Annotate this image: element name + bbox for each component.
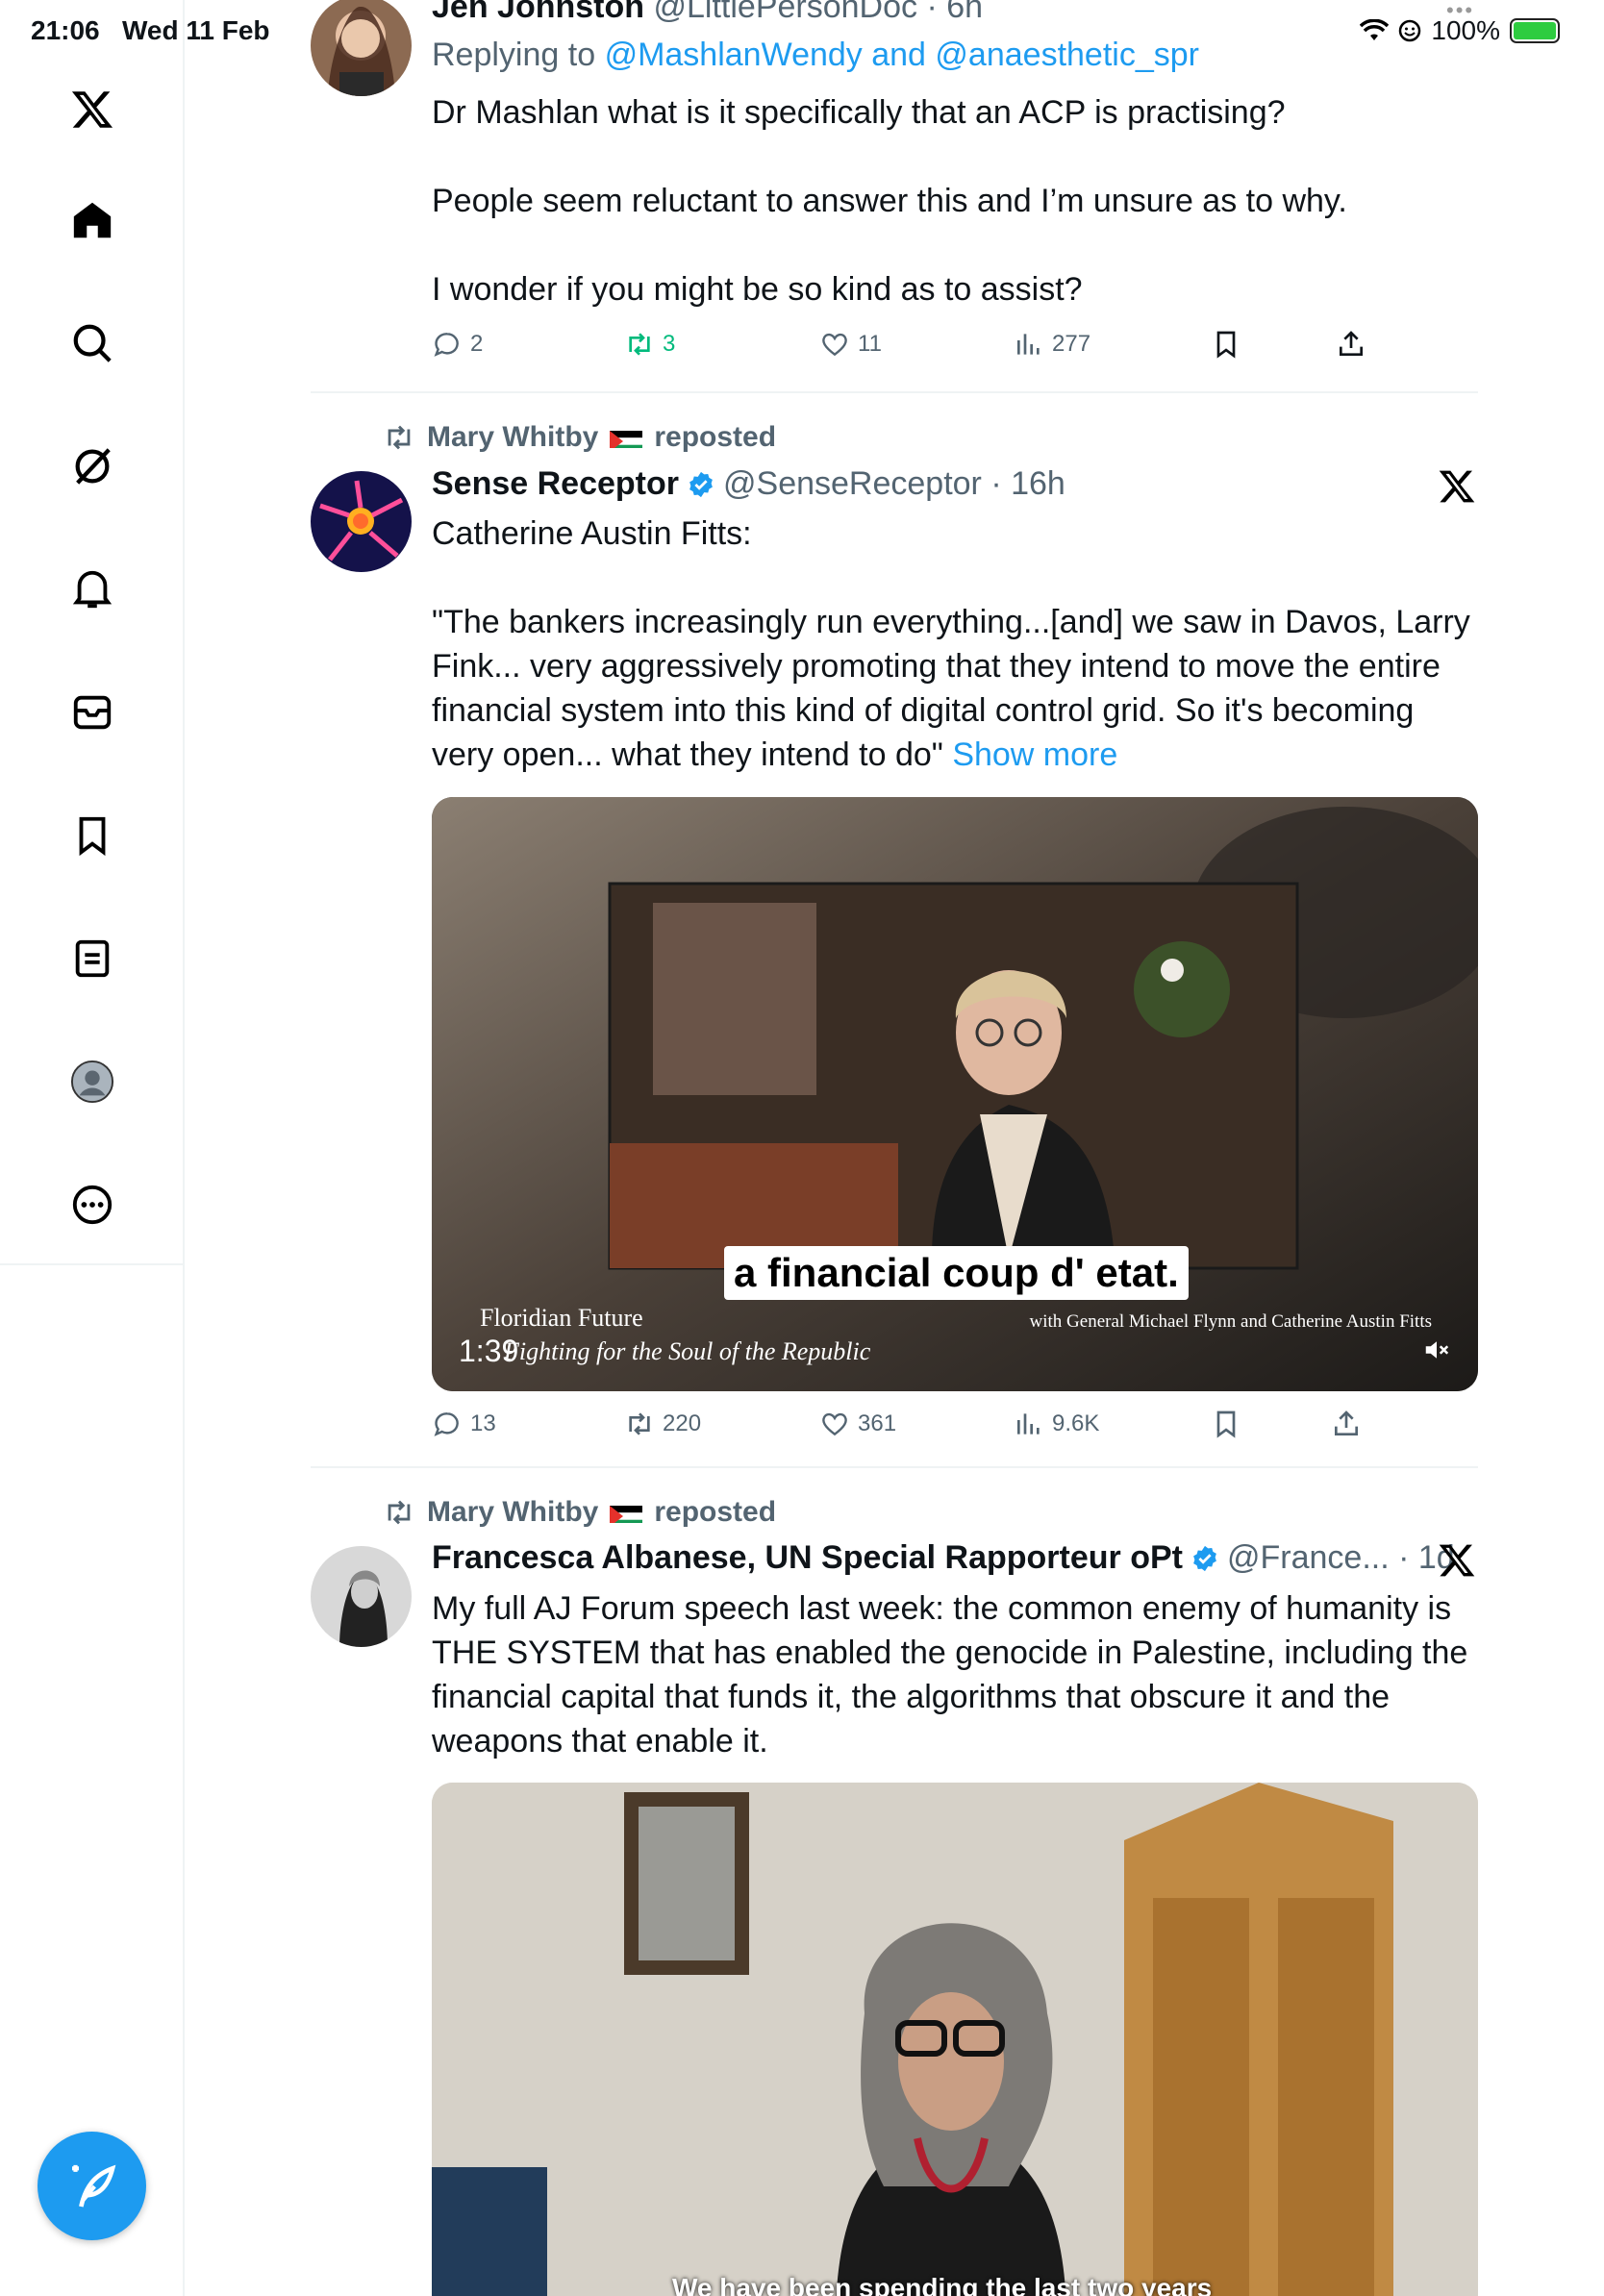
repost-icon xyxy=(388,425,411,450)
mute-icon[interactable] xyxy=(1422,1335,1451,1364)
sidebar-divider xyxy=(0,1263,185,1265)
lists-icon[interactable] xyxy=(65,932,119,986)
views-button[interactable]: 277 xyxy=(1014,329,1090,360)
sidebar xyxy=(0,0,185,2296)
battery-percent: 100% xyxy=(1431,15,1500,45)
repost-icon xyxy=(629,1412,650,1435)
messages-icon[interactable] xyxy=(65,686,119,739)
verified-badge-icon xyxy=(689,471,713,497)
share-button[interactable] xyxy=(1331,1409,1362,1439)
show-more-link[interactable]: Show more xyxy=(952,736,1117,773)
palestine-flag-icon xyxy=(610,1502,643,1523)
video-player[interactable]: We have been spending the last two years xyxy=(432,1783,1478,2296)
video-overlay-subtitle: Fighting for the Soul of the Republic xyxy=(504,1337,871,1365)
heart-icon xyxy=(822,333,847,357)
profile-icon[interactable] xyxy=(65,1055,119,1109)
views-icon xyxy=(1017,334,1040,355)
bookmark-icon xyxy=(1216,1410,1236,1438)
like-button[interactable]: 361 xyxy=(819,1409,896,1439)
tweet-actions: 2 3 11 277 xyxy=(432,329,1393,367)
compose-feather-icon xyxy=(71,2164,115,2208)
repost-context: Mary Whitby reposted xyxy=(383,421,776,454)
grok-icon[interactable] xyxy=(65,439,119,493)
video-player[interactable]: a financial coup d' etat. Floridian Futu… xyxy=(432,797,1478,1391)
share-icon xyxy=(1335,1410,1358,1435)
bookmark-icon xyxy=(1216,331,1236,359)
search-icon[interactable] xyxy=(65,316,119,370)
repost-context: Mary Whitby reposted xyxy=(383,1496,776,1529)
repost-button[interactable]: 220 xyxy=(624,1409,701,1439)
avatar[interactable] xyxy=(311,471,412,572)
author-handle[interactable]: @France... xyxy=(1227,1539,1390,1577)
tweet-header: Francesca Albanese, UN Special Rapporteu… xyxy=(432,1539,1455,1577)
avatar[interactable] xyxy=(311,1546,412,1647)
x-source-icon[interactable] xyxy=(1438,467,1476,506)
repost-icon xyxy=(388,1500,411,1525)
repost-icon xyxy=(629,333,650,356)
tweet-text: My full AJ Forum speech last week: the c… xyxy=(432,1590,1468,1759)
reply-icon xyxy=(434,1412,459,1436)
video-overlay-credit: with General Michael Flynn and Catherine… xyxy=(1029,1311,1432,1332)
share-button[interactable] xyxy=(1336,329,1366,360)
tweet-divider xyxy=(311,391,1478,393)
repost-button[interactable]: 3 xyxy=(624,329,675,360)
more-icon[interactable] xyxy=(65,1178,119,1232)
replying-to: Replying to @MashlanWendy and @anaesthet… xyxy=(432,37,1199,74)
bookmarks-icon[interactable] xyxy=(65,809,119,862)
tweet-time: 6h xyxy=(946,0,984,25)
author-handle[interactable]: @LittlePersonDoc xyxy=(653,0,917,26)
tweet-header: Sense Receptor @SenseReceptor · 16h xyxy=(432,465,1065,503)
reply-button[interactable]: 2 xyxy=(432,329,483,360)
tweet-text: Catherine Austin Fitts: "The bankers inc… xyxy=(432,515,1470,773)
video-frame xyxy=(432,797,1478,1391)
compose-button[interactable] xyxy=(38,2132,146,2240)
reply-button[interactable]: 13 xyxy=(432,1409,496,1439)
bookmark-button[interactable] xyxy=(1211,1409,1241,1439)
replying-to-link[interactable]: @MashlanWendy and @anaesthetic_spr xyxy=(605,37,1199,74)
wifi-icon xyxy=(1360,19,1390,40)
tweet-actions: 13 220 361 9.6K xyxy=(432,1409,1393,1447)
video-duration: 1:39 xyxy=(459,1334,519,1368)
views-button[interactable]: 9.6K xyxy=(1014,1409,1099,1439)
bookmark-button[interactable] xyxy=(1211,329,1241,360)
heart-icon xyxy=(822,1412,847,1436)
reposter-name[interactable]: Mary Whitby xyxy=(427,1496,598,1529)
like-button[interactable]: 11 xyxy=(819,329,882,360)
avatar[interactable] xyxy=(311,0,412,96)
reply-icon xyxy=(434,333,459,357)
x-source-icon[interactable] xyxy=(1438,1541,1476,1580)
tweet-header: Jen Johnston @LittlePersonDoc · 6h xyxy=(432,0,983,26)
video-overlay-title: Floridian Future xyxy=(480,1304,643,1332)
battery-icon xyxy=(1510,18,1560,43)
video-frame xyxy=(432,1783,1478,2296)
author-name[interactable]: Jen Johnston xyxy=(432,0,644,26)
reposter-name[interactable]: Mary Whitby xyxy=(427,421,598,454)
video-caption: We have been spending the last two years xyxy=(672,2273,1213,2296)
tweet-divider xyxy=(311,1466,1478,1468)
status-indicators: 100% xyxy=(1360,15,1560,46)
share-icon xyxy=(1340,331,1363,356)
tweet-time: 16h xyxy=(1011,465,1065,502)
author-name[interactable]: Francesca Albanese, UN Special Rapporteu… xyxy=(432,1539,1183,1577)
tweet-text: Dr Mashlan what is it specifically that … xyxy=(432,94,1347,308)
x-logo-icon[interactable] xyxy=(65,83,119,137)
palestine-flag-icon xyxy=(610,427,643,448)
verified-badge-icon xyxy=(1193,1545,1216,1571)
author-name[interactable]: Sense Receptor xyxy=(432,465,679,503)
notifications-icon[interactable] xyxy=(65,562,119,616)
video-caption: a financial coup d' etat. xyxy=(724,1246,1189,1300)
author-handle[interactable]: @SenseReceptor xyxy=(723,465,982,503)
focus-icon xyxy=(1399,19,1421,42)
views-icon xyxy=(1017,1413,1040,1435)
home-icon[interactable] xyxy=(65,193,119,247)
